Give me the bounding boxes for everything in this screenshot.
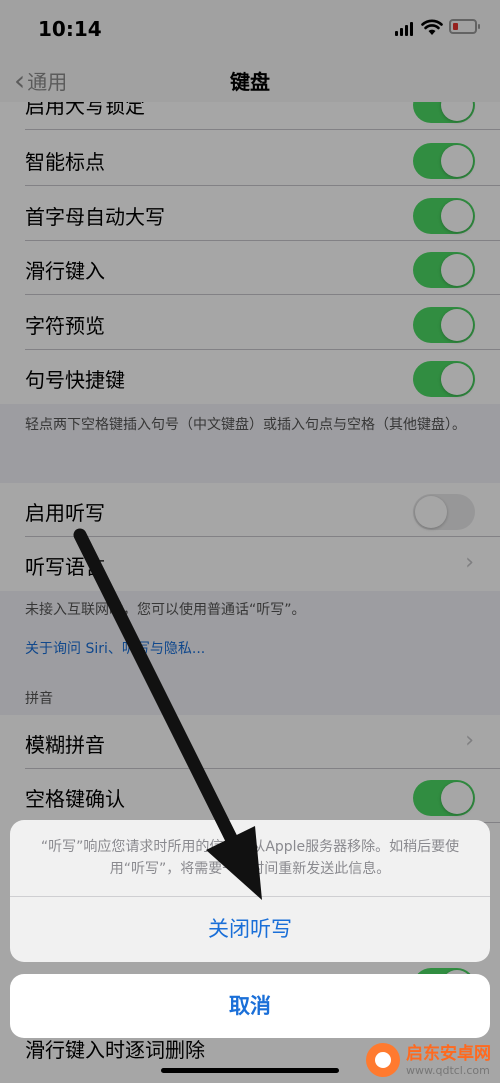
watermark-name: 启东安卓网 (406, 1043, 491, 1064)
action-sheet: “听写”响应您请求时所用的信息将从Apple服务器移除。如稍后要使用“听写”，将… (10, 820, 490, 962)
watermark-url: www.qdtcl.com (406, 1063, 490, 1077)
watermark: 启东安卓网 www.qdtcl.com (366, 1043, 491, 1077)
watermark-logo-icon (366, 1043, 400, 1077)
action-sheet-message: “听写”响应您请求时所用的信息将从Apple服务器移除。如稍后要使用“听写”，将… (40, 839, 460, 877)
turn-off-dictation-button[interactable]: 关闭听写 (10, 897, 490, 962)
cancel-button[interactable]: 取消 (10, 974, 490, 1038)
home-indicator (161, 1068, 339, 1073)
